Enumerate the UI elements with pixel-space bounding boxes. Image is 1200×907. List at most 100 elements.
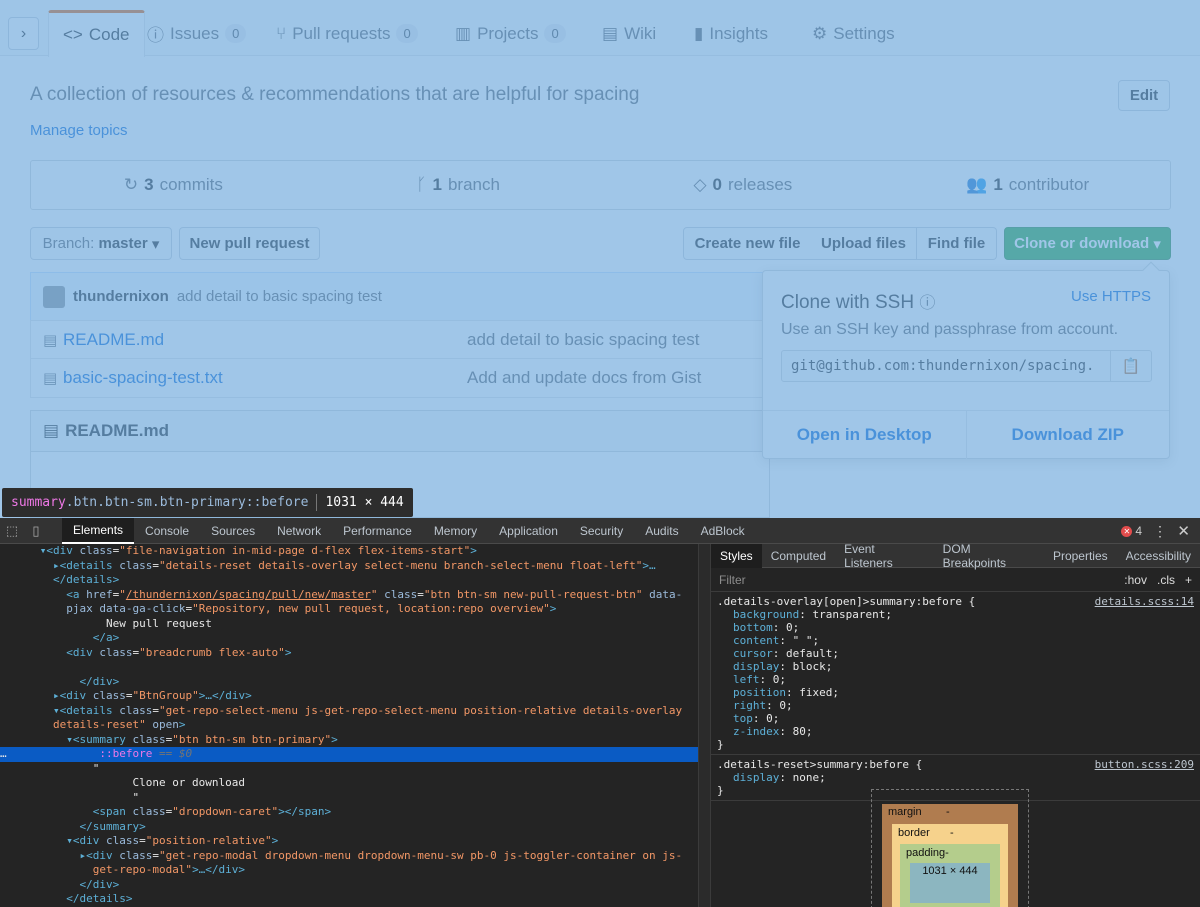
css-property-value[interactable]: : 80; — [779, 725, 812, 738]
css-property-name[interactable]: cursor — [733, 647, 773, 660]
rule-source-link[interactable]: button.scss:209 — [1095, 758, 1194, 771]
tab-settings[interactable]: ⚙ Settings — [798, 10, 909, 57]
tab-performance[interactable]: Performance — [332, 518, 423, 544]
hov-toggle[interactable]: :hov — [1124, 573, 1147, 587]
create-new-file-button[interactable]: Create new file — [683, 227, 812, 260]
dom-line[interactable]: pjax data-ga-click="Repository, new pull… — [0, 602, 698, 617]
releases-link[interactable]: ◇ 0 releases — [601, 161, 886, 209]
box-padding[interactable]: padding- 1031 × 444 — [900, 844, 1000, 907]
tab-code[interactable]: <> Code — [48, 10, 145, 57]
dom-line[interactable]: </details> — [0, 573, 698, 588]
css-property-name[interactable]: top — [733, 712, 753, 725]
file-link[interactable]: basic-spacing-test.txt — [63, 368, 223, 388]
dom-line[interactable]: <div class="breadcrumb flex-auto"> — [0, 646, 698, 661]
css-property-value[interactable]: : fixed; — [786, 686, 839, 699]
css-property-value[interactable]: : 0; — [760, 673, 787, 686]
dom-scrollbar[interactable] — [698, 544, 710, 907]
css-declaration[interactable]: top: 0; — [717, 712, 1194, 725]
dom-line[interactable]: ▸<div class="BtnGroup">…</div> — [0, 689, 698, 704]
css-declaration[interactable]: background: transparent; — [717, 608, 1194, 621]
tab-projects[interactable]: ▥ Projects 0 — [441, 10, 580, 57]
box-margin[interactable]: margin - border - padding- 1031 × 444 — [882, 804, 1018, 907]
find-file-button[interactable]: Find file — [917, 227, 997, 260]
tab-memory[interactable]: Memory — [423, 518, 488, 544]
tab-event-listeners[interactable]: Event Listeners — [835, 542, 934, 570]
css-property-value[interactable]: : 0; — [773, 621, 800, 634]
tab-application[interactable]: Application — [488, 518, 569, 544]
css-property-value[interactable]: : transparent; — [799, 608, 892, 621]
tab-properties[interactable]: Properties — [1044, 544, 1117, 568]
css-declaration[interactable]: cursor: default; — [717, 647, 1194, 660]
branches-link[interactable]: ᚴ 1 branch — [316, 161, 601, 209]
clipboard-copy-button[interactable]: 📋 — [1110, 350, 1152, 382]
branch-select-button[interactable]: Branch: master ▾ — [30, 227, 172, 260]
css-property-value[interactable]: : " "; — [779, 634, 819, 647]
css-declaration[interactable]: z-index: 80; — [717, 725, 1194, 738]
commit-author[interactable]: thundernixon — [73, 288, 169, 305]
clone-or-download-button[interactable]: Clone or download ▾ — [1004, 227, 1171, 260]
tab-insights[interactable]: ▮ Insights — [680, 10, 782, 57]
box-border[interactable]: border - padding- 1031 × 444 — [892, 824, 1008, 907]
css-declaration[interactable]: content: " "; — [717, 634, 1194, 647]
tab-wiki[interactable]: ▤ Wiki — [588, 10, 670, 57]
css-property-value[interactable]: : block; — [779, 660, 832, 673]
tab-sources[interactable]: Sources — [200, 518, 266, 544]
css-declaration[interactable]: display: block; — [717, 660, 1194, 673]
tab-styles[interactable]: Styles — [711, 543, 762, 568]
dom-line[interactable]: ▸<details class="details-reset details-o… — [0, 559, 698, 574]
dom-line[interactable]: </div> — [0, 878, 698, 893]
upload-files-button[interactable]: Upload files — [811, 227, 917, 260]
dom-line[interactable]: </div> — [0, 675, 698, 690]
css-declaration[interactable]: bottom: 0; — [717, 621, 1194, 634]
commits-link[interactable]: ↻ 3 commits — [31, 161, 316, 209]
dom-line[interactable]: ▾<summary class="btn btn-sm btn-primary"… — [0, 733, 698, 748]
device-toolbar-icon[interactable]: ▯ — [24, 518, 48, 544]
tab-computed[interactable]: Computed — [762, 544, 835, 568]
dom-line[interactable]: get-repo-modal">…</div> — [0, 863, 698, 878]
tab-adblock[interactable]: AdBlock — [690, 518, 756, 544]
dom-line[interactable]: <a href="/thundernixon/spacing/pull/new/… — [0, 588, 698, 603]
dom-line-selected[interactable]: … ::before == $0 — [0, 747, 698, 762]
css-property-name[interactable]: display — [733, 660, 779, 673]
tab-dom-breakpoints[interactable]: DOM Breakpoints — [934, 542, 1044, 570]
more-options-icon[interactable]: ⋮ — [1153, 523, 1167, 540]
dom-line[interactable]: " — [0, 762, 698, 777]
tab-console[interactable]: Console — [134, 518, 200, 544]
css-property-name[interactable]: display — [733, 771, 779, 784]
close-icon[interactable]: ✕ — [1177, 522, 1190, 540]
inspect-element-icon[interactable]: ⬚ — [0, 518, 24, 544]
tab-audits[interactable]: Audits — [634, 518, 689, 544]
dom-line[interactable]: <span class="dropdown-caret"></span> — [0, 805, 698, 820]
dom-line[interactable]: Clone or download — [0, 776, 698, 791]
dom-line[interactable]: New pull request — [0, 617, 698, 632]
error-badge[interactable]: ✕ 4 — [1121, 524, 1142, 538]
css-property-name[interactable]: right — [733, 699, 766, 712]
css-declaration[interactable]: right: 0; — [717, 699, 1194, 712]
css-property-name[interactable]: bottom — [733, 621, 773, 634]
dom-line[interactable]: </a> — [0, 631, 698, 646]
dom-line[interactable] — [0, 660, 698, 675]
file-commit-message[interactable]: add detail to basic spacing test — [467, 330, 699, 350]
file-commit-message[interactable]: Add and update docs from Gist — [467, 368, 701, 388]
dom-line[interactable]: " — [0, 791, 698, 806]
dom-tree[interactable]: ▾<div class="file-navigation in-mid-page… — [0, 544, 698, 907]
dom-line[interactable]: ▸<div class="get-repo-modal dropdown-men… — [0, 849, 698, 864]
box-content[interactable]: 1031 × 444 — [910, 863, 990, 903]
dom-line[interactable]: ▾<details class="get-repo-select-menu js… — [0, 704, 698, 719]
plus-icon[interactable]: + — [1185, 573, 1192, 587]
css-property-value[interactable]: : 0; — [753, 712, 780, 725]
tab-pull-requests[interactable]: ⑂ Pull requests 0 — [262, 10, 432, 57]
filter-input[interactable]: Filter — [719, 573, 746, 587]
question-icon[interactable]: ⓘ — [919, 295, 935, 312]
css-property-name[interactable]: left — [733, 673, 760, 686]
rule-source-link[interactable]: details.scss:14 — [1095, 595, 1194, 608]
clone-url-input[interactable]: git@github.com:thundernixon/spacing. — [781, 350, 1111, 382]
cls-toggle[interactable]: .cls — [1157, 573, 1175, 587]
css-declaration[interactable]: display: none; — [717, 771, 1194, 784]
dom-line[interactable]: ▾<div class="file-navigation in-mid-page… — [0, 544, 698, 559]
contributors-link[interactable]: 👥 1 contributor — [885, 161, 1170, 209]
dom-line[interactable]: </details> — [0, 892, 698, 907]
tab-accessibility[interactable]: Accessibility — [1117, 544, 1200, 568]
tab-network[interactable]: Network — [266, 518, 332, 544]
use-https-link[interactable]: Use HTTPS — [1071, 288, 1151, 305]
